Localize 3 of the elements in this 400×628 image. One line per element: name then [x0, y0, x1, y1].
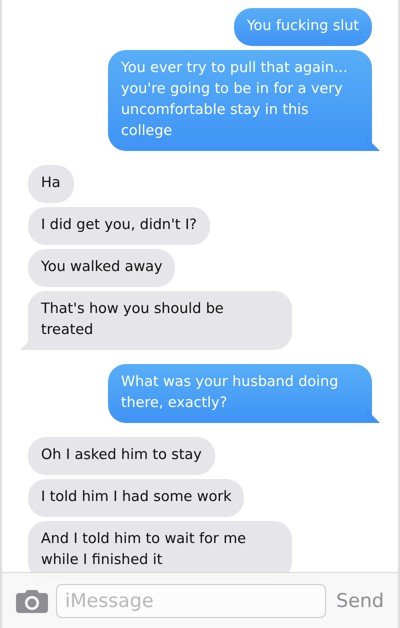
camera-icon[interactable] — [16, 588, 48, 612]
send-button[interactable]: Send — [334, 590, 386, 612]
message-input-field[interactable]: iMessage — [56, 584, 326, 618]
